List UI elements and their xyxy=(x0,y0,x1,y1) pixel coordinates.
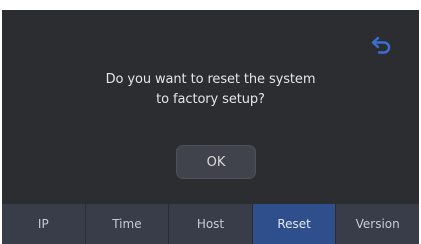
tab-reset[interactable]: Reset xyxy=(252,204,337,244)
tab-ip[interactable]: IP xyxy=(2,204,86,244)
reset-confirm-message: Do you want to reset the system to facto… xyxy=(2,70,419,110)
reset-screen: Do you want to reset the system to facto… xyxy=(2,10,419,244)
back-arrow-icon xyxy=(371,36,391,54)
ok-button[interactable]: OK xyxy=(176,145,256,179)
tab-host[interactable]: Host xyxy=(169,204,253,244)
back-button[interactable] xyxy=(368,34,396,56)
settings-tab-bar: IP Time Host Reset Version xyxy=(2,204,419,244)
tab-version[interactable]: Version xyxy=(336,204,419,244)
tab-time[interactable]: Time xyxy=(86,204,170,244)
message-line-2: to factory setup? xyxy=(156,92,265,107)
message-line-1: Do you want to reset the system xyxy=(105,72,316,87)
